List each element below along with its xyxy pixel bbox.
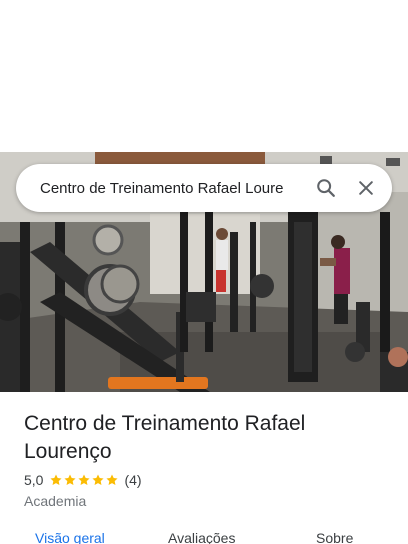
search-bar[interactable]: Centro de Treinamento Rafael Loure [16, 164, 392, 212]
star-icon [92, 474, 105, 486]
rating-row[interactable]: 5,0 (4) [24, 472, 142, 488]
tab-overview[interactable]: Visão geral [35, 530, 105, 544]
search-icon[interactable] [306, 168, 346, 208]
star-icon [50, 474, 63, 486]
star-rating [49, 473, 119, 487]
place-tabs: Visão geral Avaliações Sobre [0, 530, 408, 544]
star-icon [64, 474, 77, 486]
place-category[interactable]: Academia [24, 493, 86, 509]
close-icon[interactable] [346, 168, 386, 208]
tab-about[interactable]: Sobre [316, 530, 353, 544]
search-input[interactable]: Centro de Treinamento Rafael Loure [40, 180, 306, 197]
star-icon [106, 474, 119, 486]
star-icon [78, 474, 91, 486]
place-page: Centro de Treinamento Rafael Loure Centr… [0, 0, 408, 544]
tab-reviews[interactable]: Avaliações [168, 530, 235, 544]
place-title: Centro de Treinamento Rafael Lourenço [24, 412, 306, 463]
rating-value: 5,0 [24, 472, 44, 488]
review-count[interactable]: (4) [124, 472, 141, 488]
